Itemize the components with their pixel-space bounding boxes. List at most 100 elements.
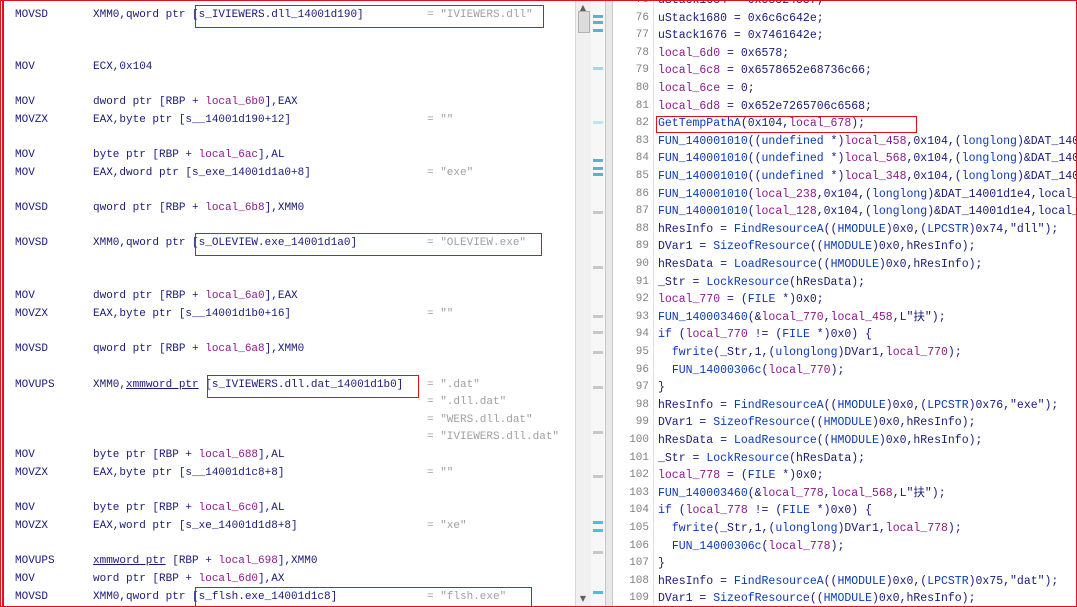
decompiler-line[interactable]: 101 _Str = LockResource(hResData); [613,450,1076,468]
decompiler-line[interactable]: 88 hResInfo = FindResourceA((HMODULE)0x0,… [613,221,1076,239]
decompiler-line[interactable]: 90 hResData = LoadResource((HMODULE)0x0,h… [613,256,1076,274]
string-comment: = "xe" [427,520,467,532]
decompiler-line[interactable]: 103 FUN_140003460(&local_778,local_568,L"… [613,485,1076,503]
listing-row[interactable]: MOVSD XMM0,qword ptr [s_flsh.exe_14001d1c… [1,589,575,605]
decompiled-code: local_6ce = 0; [658,82,755,95]
decompiler-line[interactable]: 104 if (local_778 != (FILE *)0x0) { [613,502,1076,520]
overview-mark [593,551,603,554]
instruction-mnemonic: MOV [15,502,35,514]
line-number: 86 [635,187,649,200]
decompiler-line[interactable]: 105 fwrite(_Str,1,(ulonglong)DVar1,local… [613,520,1076,538]
decompiler-line[interactable]: 96 FUN_14000306c(local_770); [613,362,1076,380]
decompiler-line[interactable]: 81 local_6d8 = 0x652e7265706c6568; [613,98,1076,116]
listing-row[interactable]: MOV dword ptr [RBP + local_6a0],EAX [1,288,575,304]
decompiler-line[interactable]: 76 uStack1680 = 0x6c6c642e; [613,10,1076,28]
overview-mark [593,21,603,24]
decompiler-line[interactable]: 97} [613,379,1076,397]
decompiler-line[interactable]: 77 uStack1676 = 0x7461642e; [613,27,1076,45]
string-comment: = ".dat" [427,379,480,391]
decompiler-line[interactable]: 76 uStack1684 = 0x53524557; [613,1,1076,10]
decompiler-line[interactable]: 78 local_6d0 = 0x6578; [613,45,1076,63]
decompiler-line[interactable]: 84 FUN_140001010((undefined *)local_568,0… [613,150,1076,168]
listing-row[interactable]: MOV byte ptr [RBP + local_6c0],AL [1,500,575,516]
instruction-mnemonic: MOVSD [15,591,49,603]
decompiler-line[interactable]: 102 local_778 = (FILE *)0x0; [613,467,1076,485]
decompiler-line[interactable]: 89 DVar1 = SizeofResource((HMODULE)0x0,hR… [613,238,1076,256]
string-comment: = "" [427,308,454,320]
decompiler-line[interactable]: 107} [613,555,1076,573]
listing-row[interactable]: = "WERS.dll.dat" [1,412,575,428]
instruction-mnemonic: MOVSD [15,9,49,21]
listing-row[interactable]: MOV ECX,0x104 [1,59,575,75]
listing-row[interactable]: = ".dll.dat" [1,394,575,410]
decompiler-line[interactable]: 100 hResData = LoadResource((HMODULE)0x0,… [613,432,1076,450]
decompiler-line[interactable]: 82 GetTempPathA(0x104,local_678); [613,115,1076,133]
line-number: 78 [635,46,649,59]
decompiled-code: } [658,381,665,395]
instruction-mnemonic: MOV [15,167,35,179]
instruction-mnemonic: MOV [15,149,35,161]
listing-row[interactable]: = "IVIEWERS.dll.dat" [1,429,575,445]
decompiler-line[interactable]: 92 local_770 = (FILE *)0x0; [613,291,1076,309]
instruction-mnemonic: MOV [15,573,35,585]
listing-row[interactable]: MOVUPS xmmword ptr [RBP + local_698],XMM0 [1,553,575,569]
ghidra-window: MOVSD XMM0,qword ptr [s_IVIEWERS.dll_1400… [0,0,1077,607]
listing-row[interactable]: MOVSD qword ptr [RBP + local_6b8],XMM0 [1,200,575,216]
decompiler-pane[interactable]: 76 uStack1684 = 0x53524557; 76 uStack1680 =… [613,1,1076,606]
listing-row[interactable]: MOV dword ptr [RBP + local_6b0],EAX [1,94,575,110]
instruction-operands: EAX,dword ptr [s_exe_14001d1a0+8] [93,167,311,179]
decompiler-line[interactable]: 106 FUN_14000306c(local_778); [613,538,1076,556]
line-number: 107 [629,557,649,570]
instruction-mnemonic: MOVZX [15,467,49,479]
listing-row[interactable]: MOVZX EAX,byte ptr [s__14001d1b0+16] = "" [1,306,575,322]
listing-row[interactable]: MOVZX EAX,byte ptr [s__14001d1c8+8] = "" [1,465,575,481]
pane-divider[interactable] [605,1,613,606]
string-comment: = "IVIEWERS.dll.dat" [427,431,560,443]
listing-row[interactable]: MOVSD XMM0,qword ptr [s_IVIEWERS.dll_1400… [1,7,575,23]
decompiler-line[interactable]: 93 FUN_140003460(&local_770,local_458,L"扶… [613,309,1076,327]
decompiler-line[interactable]: 80 local_6ce = 0; [613,80,1076,98]
instruction-operands: ECX,0x104 [93,61,153,73]
line-number: 79 [635,64,649,77]
decompiler-line[interactable]: 109 DVar1 = SizeofResource((HMODULE)0x0,h… [613,590,1076,606]
decompiled-code: _Str = LockResource(hResData); [658,275,866,289]
scroll-thumb[interactable] [578,11,590,33]
listing-pane[interactable]: MOVSD XMM0,qword ptr [s_IVIEWERS.dll_1400… [1,1,575,606]
scroll-down-icon[interactable]: ▼ [577,594,589,604]
line-number: 85 [635,170,649,182]
listing-row[interactable]: MOV byte ptr [RBP + local_688],AL [1,447,575,463]
decompiler-line[interactable]: 87 FUN_140001010(local_128,0x104,(longlon… [613,203,1076,221]
listing-row[interactable]: MOVSD qword ptr [RBP + local_6a8],XMM0 [1,341,575,357]
decompiler-line[interactable]: 95 fwrite(_Str,1,(ulonglong)DVar1,local_… [613,344,1076,362]
listing-scrollbar[interactable]: ▲ ▼ [575,1,591,606]
instruction-mnemonic: MOV [15,290,35,302]
listing-row[interactable]: MOVZX EAX,word ptr [s_xe_14001d1d8+8] = "x… [1,518,575,534]
listing-row[interactable]: MOV word ptr [RBP + local_6d0],AX [1,571,575,587]
overview-bar[interactable] [591,1,605,606]
listing-row[interactable]: MOVZX EAX,byte ptr [s__14001d190+12] = "" [1,112,575,128]
decompiler-line[interactable]: 79 local_6c8 = 0x6578652e68736c66; [613,62,1076,80]
instruction-operands: byte ptr [RBP + local_6ac],AL [93,149,285,161]
decompiler-line[interactable]: 83 FUN_140001010((undefined *)local_458,0… [613,133,1076,151]
decompiler-line[interactable]: 86 FUN_140001010(local_238,0x104,(longlon… [613,186,1076,204]
line-number: 100 [629,434,649,446]
instruction-operands: dword ptr [RBP + local_6b0],EAX [93,96,298,108]
decompiled-code: uStack1680 = 0x6c6c642e; [658,11,824,25]
line-number: 105 [629,522,649,534]
decompiler-line[interactable]: 85 FUN_140001010((undefined *)local_348,0… [613,168,1076,186]
overview-mark [593,173,603,176]
decompiled-code: FUN_140003460(&local_778,local_568,L"扶")… [658,486,946,500]
listing-row[interactable]: MOV byte ptr [RBP + local_6ac],AL [1,147,575,163]
line-number: 94 [635,328,649,341]
listing-row[interactable]: MOVUPS XMM0,xmmword ptr [s_IVIEWERS.dll.d… [1,377,575,393]
decompiler-line[interactable]: 98 hResInfo = FindResourceA((HMODULE)0x0,… [613,397,1076,415]
decompiler-line[interactable]: 99 DVar1 = SizeofResource((HMODULE)0x0,hR… [613,414,1076,432]
instruction-operands: EAX,byte ptr [s__14001d1b0+16] [93,308,292,320]
listing-row[interactable]: MOVSD XMM0,qword ptr [s_OLEVIEW.exe_14001… [1,235,575,251]
overview-mark [593,211,603,214]
line-number: 84 [635,152,649,165]
decompiler-line[interactable]: 91 _Str = LockResource(hResData); [613,274,1076,292]
decompiler-line[interactable]: 94 if (local_770 != (FILE *)0x0) { [613,326,1076,344]
listing-row[interactable]: MOV EAX,dword ptr [s_exe_14001d1a0+8] = "e… [1,165,575,181]
decompiler-line[interactable]: 108 hResInfo = FindResourceA((HMODULE)0x0… [613,573,1076,591]
